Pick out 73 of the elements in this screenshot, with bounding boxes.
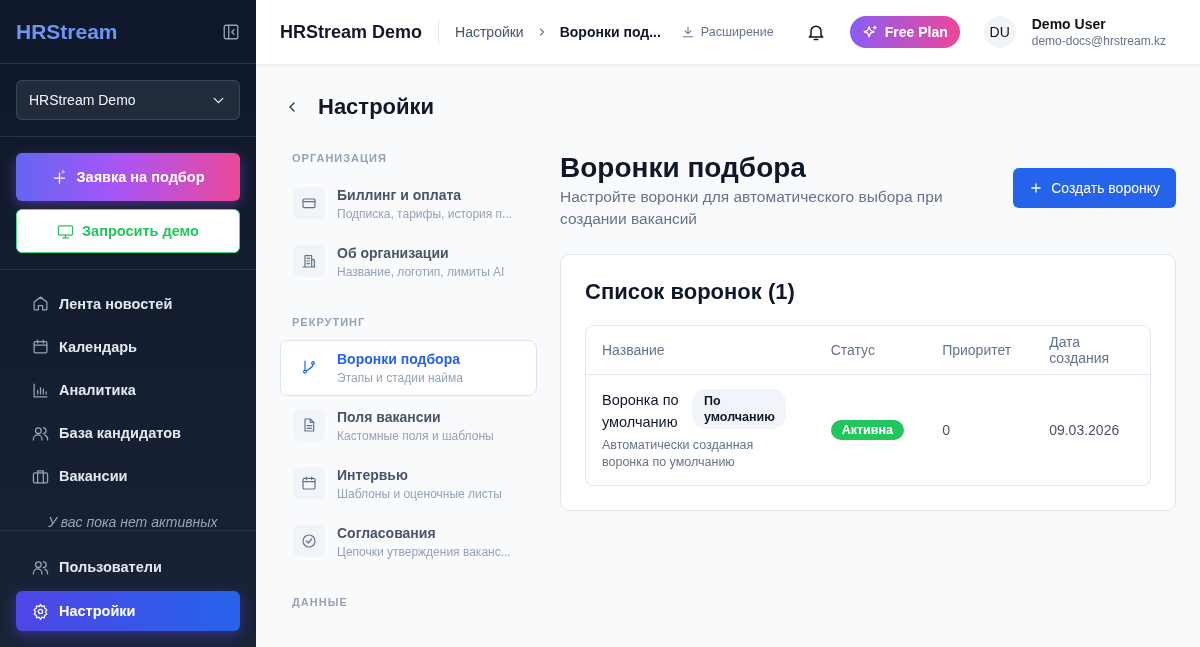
nav-item[interactable]: Календарь	[16, 327, 240, 367]
calendar-icon	[301, 475, 317, 491]
settings-item-title: Согласования	[337, 525, 437, 541]
plan-button[interactable]: Free Plan	[849, 16, 960, 48]
section-title: Воронки подбора	[560, 152, 807, 184]
settings-item-title: Интервью	[337, 467, 409, 483]
default-tag: По умолчанию	[692, 389, 786, 429]
table-cell: 0	[926, 374, 1034, 485]
credit-card-icon	[301, 195, 317, 211]
bar-chart-icon	[32, 381, 49, 399]
settings-item-subtitle: Подписка, тарифы, история п...	[337, 207, 513, 221]
app-logo: HRStream	[16, 19, 118, 44]
extension-link[interactable]: Расширение	[680, 25, 774, 39]
nav-item[interactable]: Вакансии	[16, 456, 240, 496]
create-funnel-button[interactable]: Создать воронку	[1013, 168, 1176, 208]
users-icon	[32, 424, 49, 442]
collapse-sidebar-button[interactable]	[222, 22, 240, 41]
workspace-title: HRStream Demo	[280, 20, 440, 44]
settings-item-title: Воронки подбора	[337, 351, 461, 367]
nav-item[interactable]: Настройки	[16, 591, 240, 631]
settings-item-title: Об организации	[337, 245, 450, 261]
branch-icon	[301, 359, 317, 375]
nav-item[interactable]: Пользователи	[16, 547, 240, 587]
request-button[interactable]: Заявка на подбор	[16, 153, 240, 201]
settings-icon	[32, 602, 49, 620]
nav-item[interactable]: Лента новостей	[16, 284, 240, 324]
calendar-icon	[32, 338, 49, 356]
briefcase-icon	[32, 467, 49, 485]
settings-nav-item[interactable]: Воронки подбора Этапы и стадии найма	[280, 340, 537, 396]
users-icon	[32, 558, 49, 576]
workspace-select[interactable]: HRStream Demo	[16, 80, 240, 120]
settings-nav-item[interactable]: Об организации Название, логотип, лимиты AI	[280, 234, 537, 290]
settings-item-subtitle: Название, логотип, лимиты AI	[337, 265, 505, 279]
settings-nav-item[interactable]: Биллинг и оплата Подписка, тарифы, история п...	[280, 176, 537, 232]
settings-nav-item[interactable]: Согласования Цепочки утверждения ваканс...	[280, 514, 537, 570]
nav-item[interactable]: Аналитика	[16, 370, 240, 410]
section-heading: ДАННЫЕ	[291, 596, 349, 608]
user-name: Demo User	[1031, 16, 1107, 32]
settings-item-title: Биллинг и оплата	[337, 187, 463, 203]
section-heading: ОРГАНИЗАЦИЯ	[291, 152, 388, 164]
settings-item-subtitle: Кастомные поля и шаблоны	[337, 429, 494, 443]
monitor-icon	[57, 222, 75, 240]
page-title: Настройки	[318, 94, 435, 120]
settings-item-subtitle: Шаблоны и оценочные листы	[337, 487, 502, 501]
status-badge: Активна	[830, 420, 904, 440]
nav-item[interactable]: База кандидатов	[16, 413, 240, 453]
building-icon	[301, 253, 317, 269]
home-icon	[32, 295, 49, 313]
settings-nav-item[interactable]: Поля вакансии Кастомные поля и шаблоны	[280, 398, 537, 454]
settings-item-subtitle: Этапы и стадии найма	[337, 371, 463, 385]
plus-icon	[1029, 181, 1044, 195]
sidebar-collapse-icon	[222, 22, 240, 41]
breadcrumb-link[interactable]: Настройки	[455, 24, 524, 40]
settings-nav-item[interactable]: Интервью Шаблоны и оценочные листы	[280, 456, 537, 512]
column-header: Приоритет	[926, 326, 1034, 375]
column-header: Статус	[814, 326, 927, 375]
column-header: Название	[586, 326, 815, 375]
settings-item-subtitle: Цепочки утверждения ваканс...	[337, 545, 511, 559]
user-avatar[interactable]: DU	[983, 16, 1016, 48]
section-description: Настройте воронки для автоматического выбора при создании вакансий	[560, 187, 944, 229]
breadcrumb-link[interactable]: Воронки под...	[559, 24, 661, 40]
document-icon	[301, 417, 317, 433]
user-email: demo-docs@hrstream.kz	[1031, 34, 1166, 48]
funnel-name: Воронка по умолчанию	[602, 391, 680, 432]
download-icon	[680, 25, 695, 39]
check-circle-icon	[301, 533, 317, 549]
column-header: Дата создания	[1033, 326, 1150, 375]
table-cell: 09.03.2026	[1033, 374, 1150, 485]
empty-vacancies-note: У вас пока нет активных	[47, 513, 219, 530]
section-heading: РЕКРУТИНГ	[291, 316, 367, 328]
funnel-description: Автоматически созданная воронка по умолчанию	[602, 437, 755, 471]
card-title: Список воронок (1)	[585, 279, 796, 305]
settings-item-title: Поля вакансии	[337, 409, 442, 425]
